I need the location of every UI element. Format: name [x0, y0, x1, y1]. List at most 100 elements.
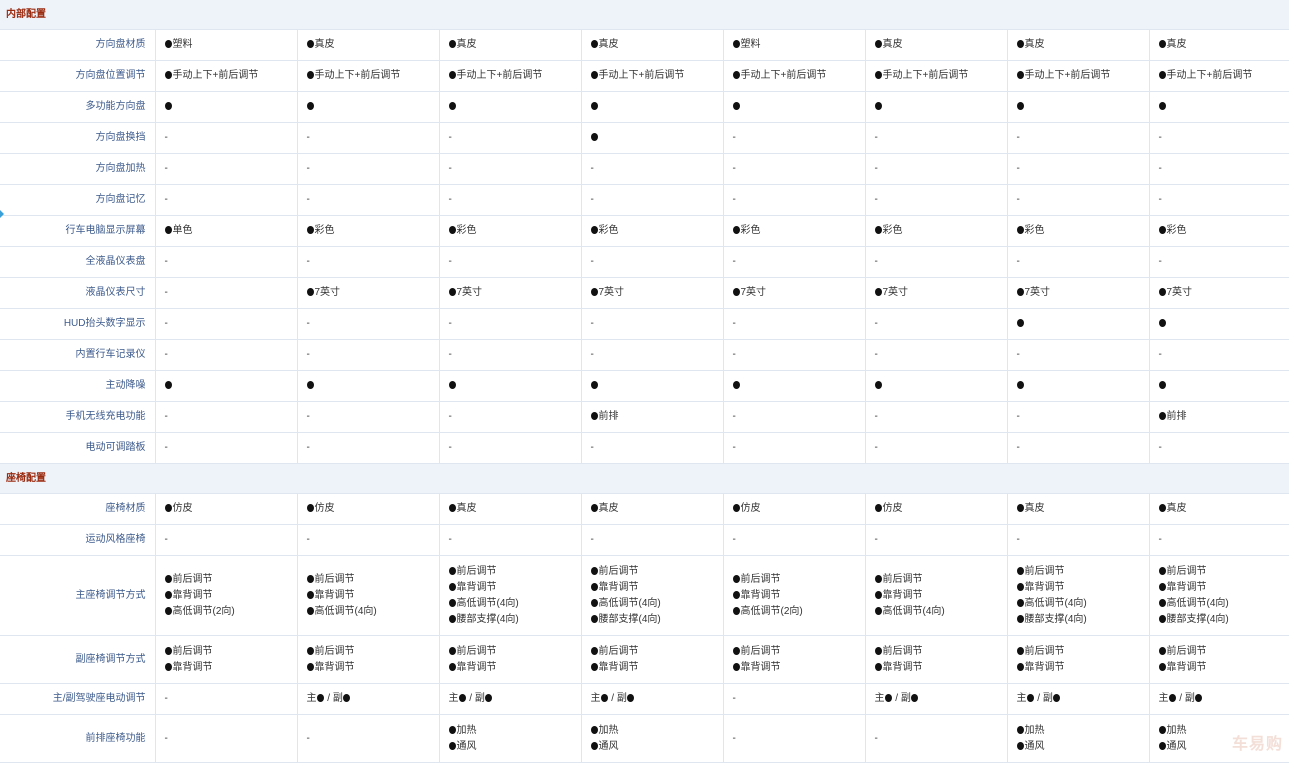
- spec-cell: [581, 370, 724, 402]
- spec-cell: [581, 91, 724, 123]
- filled-dot-icon: [590, 582, 598, 591]
- spec-cell: [1007, 91, 1150, 123]
- spec-cell: -: [1007, 184, 1150, 216]
- spec-cell: 前后调节 靠背调节 高低调节(2向): [723, 555, 866, 636]
- cell-value: 前后调节: [732, 572, 865, 588]
- spec-cell: -: [865, 184, 1008, 216]
- spec-cell: -: [1007, 524, 1150, 556]
- cell-value: -: [164, 287, 168, 298]
- spec-cell: 仿皮: [723, 493, 866, 525]
- spec-cell: [1149, 370, 1289, 402]
- spec-cell: -: [1149, 122, 1289, 154]
- filled-dot-icon: [590, 288, 598, 296]
- cell-value: [164, 378, 297, 394]
- spec-cell: -: [1007, 153, 1150, 185]
- cell-value: 7英寸: [1158, 285, 1289, 301]
- spec-cell: -: [581, 308, 724, 340]
- spec-cell: 前后调节 靠背调节 高低调节(2向): [155, 555, 298, 636]
- collapse-arrow-icon[interactable]: [0, 210, 4, 218]
- cell-value: -: [590, 256, 594, 267]
- cell-value: -: [590, 163, 594, 174]
- filled-dot-icon: [732, 606, 740, 615]
- spec-cell: 手动上下+前后调节: [297, 60, 440, 92]
- row-label: 主动降噪: [0, 370, 156, 402]
- cell-value: -: [306, 411, 310, 422]
- filled-dot-icon: [1168, 694, 1176, 702]
- spec-table-body: 内部配置 方向盘材质 塑料 真皮 真皮 真皮 塑料 真皮 真皮 真皮 方向盘位置调节 手动上下+前后调…: [0, 0, 1289, 763]
- cell-value: 真皮: [1158, 37, 1289, 53]
- spec-cell: 7英寸: [1007, 277, 1150, 309]
- spec-cell: 前后调节 靠背调节 高低调节(4向): [297, 555, 440, 636]
- cell-value: -: [164, 132, 168, 143]
- spec-cell: -: [297, 122, 440, 154]
- spec-cell: 手动上下+前后调节: [1007, 60, 1150, 92]
- cell-value: 前后调节: [306, 644, 439, 660]
- filled-dot-icon: [874, 381, 882, 389]
- spec-cell: 前后调节 靠背调节 高低调节(4向) 腰部支撑(4向): [1007, 555, 1150, 636]
- spec-cell: [581, 122, 724, 154]
- cell-value: -: [1158, 349, 1162, 360]
- filled-dot-icon: [1158, 381, 1166, 389]
- filled-dot-icon: [164, 40, 172, 48]
- filled-dot-icon: [1158, 102, 1166, 110]
- spec-cell: 前后调节 靠背调节: [1149, 635, 1289, 684]
- cell-value: 靠背调节: [590, 580, 723, 596]
- spec-cell: 前排: [581, 401, 724, 433]
- spec-cell: 真皮: [439, 29, 582, 61]
- cell-value: 真皮: [590, 37, 723, 53]
- cell-value: [1016, 316, 1149, 332]
- filled-dot-icon: [164, 662, 172, 671]
- spec-cell: [155, 370, 298, 402]
- cell-value: 真皮: [306, 37, 439, 53]
- filled-dot-icon: [874, 662, 882, 671]
- spec-cell: -: [155, 432, 298, 464]
- cell-value: -: [1158, 163, 1162, 174]
- cell-value: [306, 378, 439, 394]
- spec-cell: [865, 370, 1008, 402]
- filled-dot-icon: [874, 40, 882, 48]
- filled-dot-icon: [874, 574, 882, 583]
- cell-value: 前后调节: [590, 644, 723, 660]
- spec-cell: -: [723, 246, 866, 278]
- spec-cell: 仿皮: [297, 493, 440, 525]
- cell-value: -: [306, 194, 310, 205]
- filled-dot-icon: [448, 662, 456, 671]
- spec-row: 副座椅调节方式 前后调节 靠背调节 前后调节 靠背调节 前后调节 靠背调节 前后调节 靠背调节前…: [0, 635, 1289, 684]
- cell-value: -: [448, 318, 452, 329]
- spec-cell: -: [723, 714, 866, 763]
- row-label: 方向盘加热: [0, 153, 156, 185]
- spec-cell: 前后调节 靠背调节 高低调节(4向) 腰部支撑(4向): [439, 555, 582, 636]
- spec-cell: 主 / 副: [439, 683, 582, 715]
- cell-value: -: [1016, 442, 1020, 453]
- cell-value: -: [874, 163, 878, 174]
- filled-dot-icon: [1016, 226, 1024, 234]
- spec-cell: [439, 91, 582, 123]
- cell-value: 仿皮: [732, 501, 865, 517]
- cell-value: -: [164, 349, 168, 360]
- filled-dot-icon: [874, 288, 882, 296]
- section-title: 内部配置: [0, 0, 1289, 30]
- filled-dot-icon: [448, 102, 456, 110]
- spec-cell: -: [865, 339, 1008, 371]
- filled-dot-icon: [590, 646, 598, 655]
- spec-cell: 前后调节 靠背调节 高低调节(4向): [865, 555, 1008, 636]
- cell-value: 加热: [1016, 723, 1149, 739]
- cell-value: -: [1158, 194, 1162, 205]
- cell-value: 真皮: [1158, 501, 1289, 517]
- cell-value: 靠背调节: [1016, 660, 1149, 676]
- row-label: 副座椅调节方式: [0, 635, 156, 684]
- spec-cell: -: [865, 122, 1008, 154]
- spec-cell: -: [723, 308, 866, 340]
- filled-dot-icon: [1158, 40, 1166, 48]
- filled-dot-icon: [448, 646, 456, 655]
- spec-cell: -: [439, 184, 582, 216]
- filled-dot-icon: [1158, 319, 1166, 327]
- cell-value: 单色: [164, 223, 297, 239]
- filled-dot-icon: [874, 226, 882, 234]
- cell-value: -: [1158, 132, 1162, 143]
- cell-value: -: [1016, 349, 1020, 360]
- cell-value: [1158, 99, 1289, 115]
- cell-value: -: [1158, 534, 1162, 545]
- spec-cell: 彩色: [865, 215, 1008, 247]
- filled-dot-icon: [874, 71, 882, 79]
